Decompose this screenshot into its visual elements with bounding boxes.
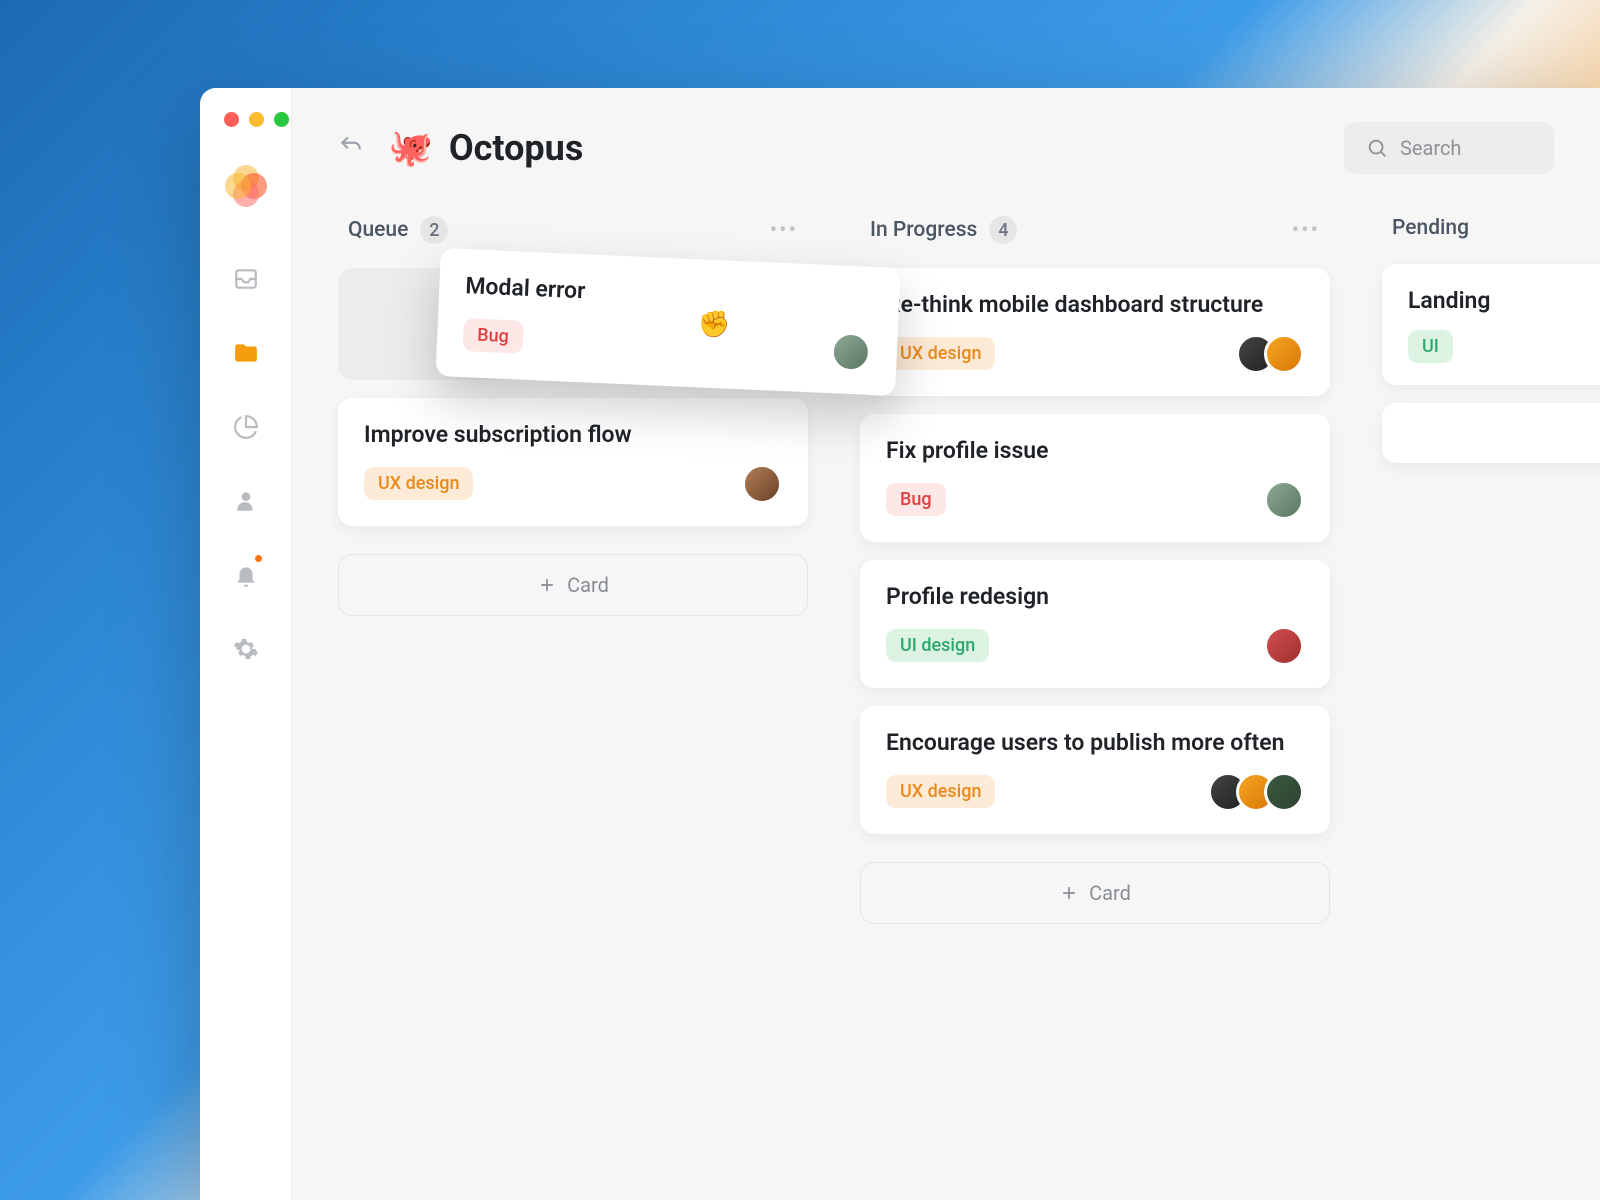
column-in-progress: In Progress 4 ••• Re-think mobile dashbo… bbox=[860, 204, 1330, 1200]
main-area: 🐙 Octopus Search Queue 2 ••• bbox=[292, 88, 1600, 1200]
card-tag: UX design bbox=[886, 775, 995, 808]
card[interactable]: Encourage users to publish more often UX… bbox=[860, 706, 1330, 834]
card-title: Profile redesign bbox=[886, 582, 1304, 612]
nav-analytics[interactable] bbox=[224, 405, 268, 449]
folder-icon bbox=[233, 340, 259, 366]
column-count: 4 bbox=[989, 216, 1017, 244]
add-card-label: Card bbox=[1089, 881, 1131, 905]
grab-cursor-icon: ✊ bbox=[697, 309, 731, 340]
search-placeholder: Search bbox=[1400, 136, 1461, 160]
window-controls bbox=[200, 112, 289, 127]
card[interactable]: Fix profile issue Bug bbox=[860, 414, 1330, 542]
column-queue: Queue 2 ••• Modal error Bug bbox=[338, 204, 808, 1200]
maximize-window-button[interactable] bbox=[274, 112, 289, 127]
column-menu-button[interactable]: ••• bbox=[1292, 218, 1320, 243]
column-count: 2 bbox=[420, 216, 448, 244]
plus-icon bbox=[1059, 883, 1079, 903]
add-card-button[interactable]: Card bbox=[860, 862, 1330, 924]
column-title: Queue bbox=[348, 218, 408, 242]
card-title: Encourage users to publish more often bbox=[886, 728, 1304, 758]
card-tag: UX design bbox=[364, 467, 473, 500]
column-header: In Progress 4 ••• bbox=[860, 204, 1330, 268]
app-window: 🐙 Octopus Search Queue 2 ••• bbox=[200, 88, 1600, 1200]
card-avatars bbox=[1236, 334, 1304, 374]
avatar[interactable] bbox=[1264, 772, 1304, 812]
card[interactable]: Improve subscription flow UX design bbox=[338, 398, 808, 526]
card-tag: UI bbox=[1408, 330, 1453, 363]
column-pending: Pending Landing UI bbox=[1382, 204, 1600, 1200]
card-avatars bbox=[1208, 772, 1304, 812]
avatar[interactable] bbox=[1264, 626, 1304, 666]
plus-icon bbox=[537, 575, 557, 595]
card-title: Re-think mobile dashboard structure bbox=[886, 290, 1304, 320]
avatar[interactable] bbox=[742, 464, 782, 504]
card-avatars bbox=[742, 464, 782, 504]
column-menu-button[interactable]: ••• bbox=[770, 218, 798, 243]
card[interactable]: Re-think mobile dashboard structure UX d… bbox=[860, 268, 1330, 396]
card-title: Landing bbox=[1408, 286, 1600, 316]
search-input[interactable]: Search bbox=[1344, 122, 1554, 174]
card-tag: UX design bbox=[886, 337, 995, 370]
card-title: Fix profile issue bbox=[886, 436, 1304, 466]
gear-icon bbox=[233, 636, 259, 662]
close-window-button[interactable] bbox=[224, 112, 239, 127]
card-avatars bbox=[1264, 480, 1304, 520]
nav-inbox[interactable] bbox=[224, 257, 268, 301]
card-tag: Bug bbox=[886, 483, 946, 516]
card[interactable]: Profile redesign UI design bbox=[860, 560, 1330, 688]
sidebar bbox=[200, 88, 292, 1200]
user-icon bbox=[233, 488, 259, 514]
avatar[interactable] bbox=[830, 331, 872, 373]
card[interactable]: Landing UI bbox=[1382, 264, 1600, 385]
header: 🐙 Octopus Search bbox=[292, 88, 1600, 204]
card-title: Modal error bbox=[465, 271, 874, 319]
card[interactable] bbox=[1382, 403, 1600, 463]
add-card-button[interactable]: Card bbox=[338, 554, 808, 616]
card-avatars bbox=[830, 331, 872, 373]
nav-people[interactable] bbox=[224, 479, 268, 523]
kanban-board: Queue 2 ••• Modal error Bug bbox=[292, 204, 1600, 1200]
project-title: Octopus bbox=[449, 127, 584, 169]
minimize-window-button[interactable] bbox=[249, 112, 264, 127]
undo-arrow-icon bbox=[338, 133, 364, 159]
notification-dot bbox=[255, 555, 262, 562]
nav-notifications[interactable] bbox=[224, 553, 268, 597]
back-button[interactable] bbox=[338, 133, 364, 163]
avatar[interactable] bbox=[1264, 334, 1304, 374]
card-avatars bbox=[1264, 626, 1304, 666]
card-tag: Bug bbox=[463, 318, 524, 354]
project-emoji: 🐙 bbox=[388, 127, 433, 169]
card-title: Improve subscription flow bbox=[364, 420, 782, 450]
pie-chart-icon bbox=[233, 414, 259, 440]
app-logo[interactable] bbox=[225, 165, 267, 207]
search-icon bbox=[1366, 137, 1388, 159]
avatar[interactable] bbox=[1264, 480, 1304, 520]
nav-projects[interactable] bbox=[224, 331, 268, 375]
column-title: In Progress bbox=[870, 218, 977, 242]
column-header: Pending bbox=[1382, 204, 1600, 264]
card-tag: UI design bbox=[886, 629, 989, 662]
bell-icon bbox=[233, 562, 259, 588]
column-title: Pending bbox=[1392, 216, 1469, 240]
desktop-wallpaper: 🐙 Octopus Search Queue 2 ••• bbox=[0, 0, 1600, 1200]
card-dragging[interactable]: Modal error Bug ✊ bbox=[435, 248, 900, 396]
add-card-label: Card bbox=[567, 573, 609, 597]
nav-settings[interactable] bbox=[224, 627, 268, 671]
inbox-icon bbox=[233, 266, 259, 292]
